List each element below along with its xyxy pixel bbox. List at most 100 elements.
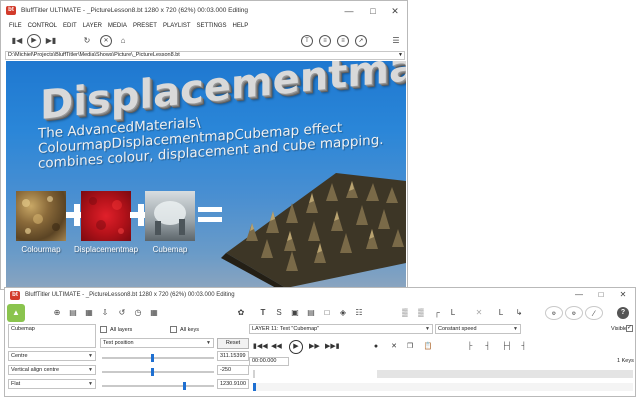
- minimize-icon[interactable]: —: [337, 4, 361, 18]
- record-key-icon[interactable]: ●: [371, 341, 381, 353]
- spread-keys-icon[interactable]: ├┤: [501, 341, 513, 353]
- delete-key-icon[interactable]: ✕: [389, 341, 399, 353]
- colourmap-texture: [22, 196, 60, 234]
- gear-icon[interactable]: ⚙: [545, 306, 563, 320]
- skip-back-icon[interactable]: ▮◀: [11, 35, 23, 47]
- all-layers-checkbox[interactable]: [100, 326, 107, 333]
- home-icon[interactable]: ⌂: [117, 35, 129, 47]
- copy-layer-icon[interactable]: ▦: [83, 306, 95, 320]
- visible-checkbox[interactable]: ✓: [626, 325, 633, 332]
- link-icon[interactable]: L: [495, 306, 507, 320]
- text-input[interactable]: Cubemap: [8, 324, 96, 348]
- slider-thumb-1[interactable]: [151, 354, 155, 362]
- next-key-icon[interactable]: ▶▶: [309, 341, 320, 353]
- first-key-icon[interactable]: ▮◀◀: [253, 341, 268, 353]
- minimize-icon[interactable]: —: [567, 289, 591, 301]
- slider-track-2[interactable]: [102, 371, 214, 373]
- menu-preset[interactable]: PRESET: [130, 21, 160, 32]
- time-cursor[interactable]: [253, 370, 255, 378]
- object-icon[interactable]: ◈: [337, 306, 349, 320]
- align-bottom-icon[interactable]: L: [447, 306, 459, 320]
- preview-canvas[interactable]: Displacementmap The AdvancedMaterials\ C…: [6, 61, 406, 288]
- menu-icon[interactable]: ☰: [391, 35, 401, 47]
- path-dropdown[interactable]: D:\Michiel\Projects\BluffTitler\Media\Sh…: [5, 51, 405, 60]
- text-icon[interactable]: T: [301, 35, 313, 47]
- skip-forward-icon[interactable]: ▶▮: [45, 35, 57, 47]
- gear-alt-icon[interactable]: ⚙: [565, 306, 583, 320]
- row-select-2[interactable]: Vertical align centre ▼: [8, 365, 96, 375]
- slider-thumb-2[interactable]: [151, 368, 155, 376]
- menu-help[interactable]: HELP: [230, 21, 252, 32]
- import-icon[interactable]: ⇩: [99, 306, 111, 320]
- ruler-icon[interactable]: ∕: [585, 306, 603, 320]
- text-icon[interactable]: T: [257, 306, 269, 320]
- maximize-icon[interactable]: □: [361, 4, 385, 18]
- stop-icon[interactable]: ✕: [100, 35, 112, 47]
- menu-file[interactable]: FILE: [1, 21, 25, 32]
- brush-icon[interactable]: ✿: [235, 306, 247, 320]
- last-key-icon[interactable]: ▶▶▮: [325, 341, 340, 353]
- value-field-2[interactable]: -250: [217, 365, 249, 375]
- menu-settings[interactable]: SETTINGS: [194, 21, 230, 32]
- help-icon[interactable]: ?: [617, 307, 629, 319]
- align-right-icon[interactable]: ┌: [431, 306, 443, 320]
- close-icon[interactable]: ✕: [383, 4, 407, 18]
- picture-icon[interactable]: □: [321, 306, 333, 320]
- link-alt-icon[interactable]: ↳: [513, 306, 525, 320]
- key-marker[interactable]: [253, 383, 256, 391]
- effect-alt-icon[interactable]: ≡: [337, 35, 349, 47]
- value-field-3[interactable]: 1230.9100: [217, 379, 249, 389]
- key-track[interactable]: [253, 383, 633, 391]
- menu-control[interactable]: CONTROL: [25, 21, 60, 32]
- row-select-1[interactable]: Centre ▼: [8, 351, 96, 361]
- play-icon[interactable]: ▶: [289, 340, 303, 354]
- reset-button[interactable]: Reset: [217, 338, 249, 349]
- maximize-icon[interactable]: □: [589, 289, 613, 301]
- refresh-icon[interactable]: ↻: [81, 35, 93, 47]
- copy-key-icon[interactable]: ❐: [405, 341, 415, 353]
- undo-icon[interactable]: ↺: [116, 306, 128, 320]
- effect-icon[interactable]: ≡: [319, 35, 331, 47]
- speed-select[interactable]: Constant speed ▼: [435, 324, 521, 334]
- layer-select[interactable]: LAYER 11: Text "Cubemap" ▼: [249, 324, 433, 334]
- menu-layer[interactable]: LAYER: [80, 21, 105, 32]
- slider-track-1[interactable]: [102, 357, 214, 359]
- timeline-track[interactable]: [377, 370, 633, 378]
- align-keys-left-icon[interactable]: ├: [465, 341, 475, 353]
- keys-count: 1 Keys: [617, 358, 634, 364]
- end-keys-icon[interactable]: ┤: [519, 341, 529, 353]
- paste-key-icon[interactable]: 📋: [423, 341, 433, 353]
- slider-thumb-3[interactable]: [182, 382, 186, 390]
- grid-icon[interactable]: ▦: [148, 306, 160, 320]
- image-icon[interactable]: ▣: [289, 306, 301, 320]
- time-icon[interactable]: ◷: [132, 306, 144, 320]
- video-icon[interactable]: ▤: [305, 306, 317, 320]
- align-center-icon[interactable]: ▒: [415, 306, 427, 320]
- play-icon[interactable]: ▶: [27, 34, 41, 48]
- layer-app-icon[interactable]: ▲: [7, 304, 25, 322]
- control-title-bar: bt BluffTitler ULTIMATE - _PictureLesson…: [5, 288, 635, 302]
- text-alt-icon[interactable]: S: [273, 306, 285, 320]
- measure-icon[interactable]: ➚: [355, 35, 367, 47]
- group-icon[interactable]: ☷: [353, 306, 365, 320]
- chevron-down-icon: ▼: [206, 340, 211, 346]
- add-layer-icon[interactable]: ▤: [67, 306, 79, 320]
- menu-media[interactable]: MEDIA: [105, 21, 130, 32]
- value-field-1[interactable]: 311.15399: [217, 351, 249, 361]
- speed-select-value: Constant speed: [438, 326, 477, 332]
- cross-icon[interactable]: ✕: [473, 306, 485, 320]
- menu-edit[interactable]: EDIT: [60, 21, 80, 32]
- displaced-surface: [221, 173, 406, 288]
- main-window: bt BluffTitler ULTIMATE - _PictureLesson…: [0, 0, 408, 290]
- align-left-icon[interactable]: ▒: [399, 306, 411, 320]
- time-field[interactable]: 00:00.000: [249, 357, 289, 366]
- add-icon[interactable]: ⊕: [51, 306, 63, 320]
- prev-key-icon[interactable]: ◀◀: [271, 341, 282, 353]
- property-select[interactable]: Text position ▼: [100, 338, 214, 348]
- slider-track-3[interactable]: [102, 385, 214, 387]
- align-keys-right-icon[interactable]: ┤: [483, 341, 493, 353]
- all-keys-checkbox[interactable]: [170, 326, 177, 333]
- close-icon[interactable]: ✕: [611, 289, 635, 301]
- row-select-3[interactable]: Flat ▼: [8, 379, 96, 389]
- menu-playlist[interactable]: PLAYLIST: [160, 21, 194, 32]
